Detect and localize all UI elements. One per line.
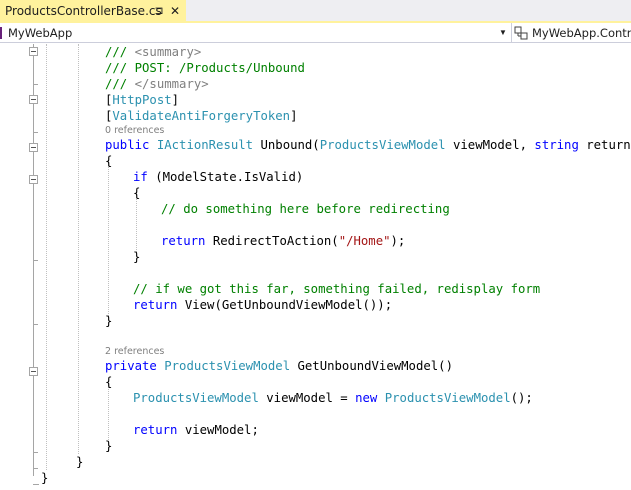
collapse-if-toggle[interactable] <box>29 175 38 184</box>
code-line: /// <summary> <box>105 45 202 59</box>
code-line: } <box>105 314 113 328</box>
pin-icon[interactable]: ⊐ <box>152 0 166 21</box>
code-line: [ValidateAntiForgeryToken] <box>105 109 298 123</box>
type-dropdown[interactable]: MyWebApp.Contro <box>514 23 631 42</box>
code-line: if (ModelState.IsValid) <box>133 170 304 184</box>
outline-end <box>33 132 38 133</box>
outline-line <box>33 144 34 322</box>
collapse-attributes-toggle[interactable] <box>29 95 38 104</box>
code-line: return View(GetUnboundViewModel()); <box>133 298 393 312</box>
close-icon[interactable]: ✕ <box>168 0 182 21</box>
navbar-separator <box>511 23 512 42</box>
outline-end <box>33 324 38 325</box>
chevron-down-icon[interactable]: ▼ <box>497 25 509 40</box>
collapse-summary-toggle[interactable] <box>29 47 38 56</box>
type-name: MyWebApp.Contro <box>532 25 631 40</box>
code-line: } <box>41 471 49 485</box>
project-marker-icon <box>0 26 2 39</box>
code-line: { <box>105 375 113 389</box>
indent-guide <box>136 192 137 256</box>
indent-guide <box>78 44 79 454</box>
collapse-method2-toggle[interactable] <box>29 367 38 376</box>
code-line: private ProductsViewModel GetUnboundView… <box>105 359 453 373</box>
document-tab-strip: ProductsControllerBase.cs ⊐ ✕ <box>0 0 631 21</box>
outline-end <box>33 468 38 469</box>
outline-line <box>33 368 34 454</box>
indent-guide <box>108 160 109 320</box>
code-line: // if we got this far, something failed,… <box>133 282 541 296</box>
indent-guide <box>46 44 47 470</box>
code-line: } <box>105 439 113 453</box>
code-line: { <box>105 154 113 168</box>
outline-end <box>33 484 39 485</box>
code-line: } <box>76 455 84 469</box>
code-line: // do something here before redirecting <box>161 202 450 216</box>
project-dropdown[interactable]: MyWebApp <box>0 23 511 42</box>
code-line: ProductsViewModel viewModel = new Produc… <box>133 391 533 405</box>
class-icon <box>514 26 528 39</box>
codelens-references[interactable]: 2 references <box>105 346 164 358</box>
code-line: return viewModel; <box>133 423 259 437</box>
document-tab[interactable]: ProductsControllerBase.cs ⊐ ✕ <box>0 0 186 21</box>
collapse-method-toggle[interactable] <box>29 143 38 152</box>
code-line: [HttpPost] <box>105 93 180 107</box>
outlining-margin <box>0 44 25 490</box>
code-editor[interactable]: /// <summary> /// POST: /Products/Unboun… <box>0 44 631 490</box>
outline-end <box>33 452 38 453</box>
project-name: MyWebApp <box>8 25 73 40</box>
outline-end <box>33 84 38 85</box>
navigation-bar: MyWebApp ▼ MyWebApp.Contro <box>0 23 631 43</box>
code-line: { <box>133 186 141 200</box>
code-line: } <box>133 250 141 264</box>
codelens-references[interactable]: 0 references <box>105 125 164 137</box>
outline-end <box>33 260 38 261</box>
document-tab-title: ProductsControllerBase.cs <box>5 3 162 18</box>
code-line: return RedirectToAction("/Home"); <box>161 234 406 248</box>
code-line: public IActionResult Unbound(ProductsVie… <box>105 138 631 152</box>
outline-line <box>33 470 34 476</box>
code-line: /// </summary> <box>105 77 209 91</box>
code-line: /// POST: /Products/Unbound <box>105 61 305 75</box>
